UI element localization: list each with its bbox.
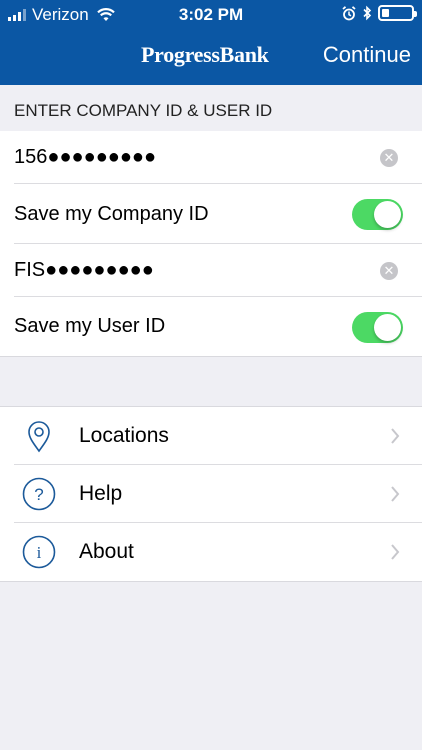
- clear-user-id-button[interactable]: ✕: [380, 261, 398, 280]
- question-icon: ?: [22, 477, 56, 511]
- svg-text:i: i: [37, 543, 42, 562]
- save-user-row: Save my User ID: [0, 297, 422, 356]
- company-id-field[interactable]: 156●●●●●●●●●: [14, 146, 156, 169]
- save-company-label: Save my Company ID: [14, 202, 209, 225]
- clear-icon: ✕: [383, 262, 395, 278]
- save-company-row: Save my Company ID: [0, 184, 422, 244]
- info-icon: i: [22, 535, 56, 569]
- user-id-row: FIS●●●●●●●●● ✕: [0, 244, 422, 297]
- menu-item-help[interactable]: ? Help: [0, 465, 422, 523]
- bluetooth-icon: [363, 5, 372, 21]
- save-company-toggle[interactable]: [352, 199, 403, 230]
- section-title: ENTER COMPANY ID & USER ID: [14, 101, 273, 120]
- menu-item-about[interactable]: i About: [0, 523, 422, 581]
- status-right-group: [342, 5, 417, 21]
- location-pin-icon: [28, 421, 50, 453]
- chevron-right-icon: [391, 486, 400, 502]
- login-form: 156●●●●●●●●● ✕ Save my Company ID FIS●●●…: [0, 131, 422, 357]
- chevron-right-icon: [391, 428, 400, 444]
- menu-item-label: Help: [79, 482, 123, 505]
- nav-bar: ProgressBank Continue: [0, 28, 422, 85]
- menu-list: Locations ? Help i About: [0, 406, 422, 582]
- save-user-toggle[interactable]: [352, 311, 403, 343]
- svg-text:?: ?: [34, 485, 43, 504]
- menu-item-label: Locations: [79, 424, 169, 447]
- alarm-icon: [342, 5, 356, 20]
- progressbank-logo: ProgressBank: [141, 42, 269, 67]
- company-id-row: 156●●●●●●●●● ✕: [0, 131, 422, 184]
- chevron-right-icon: [391, 544, 400, 560]
- battery-icon: [378, 5, 417, 21]
- clear-icon: ✕: [383, 149, 395, 165]
- battery-fill: [382, 9, 389, 17]
- continue-button[interactable]: Continue: [323, 42, 411, 68]
- clear-company-id-button[interactable]: ✕: [380, 148, 398, 167]
- user-id-field[interactable]: FIS●●●●●●●●●: [14, 259, 154, 282]
- status-bar: Verizon 3:02 PM: [0, 0, 422, 28]
- menu-item-locations[interactable]: Locations: [0, 407, 422, 465]
- menu-item-label: About: [79, 540, 134, 563]
- save-user-label: Save my User ID: [14, 315, 166, 337]
- top-bar: Verizon 3:02 PM ProgressBank Continue: [0, 0, 422, 85]
